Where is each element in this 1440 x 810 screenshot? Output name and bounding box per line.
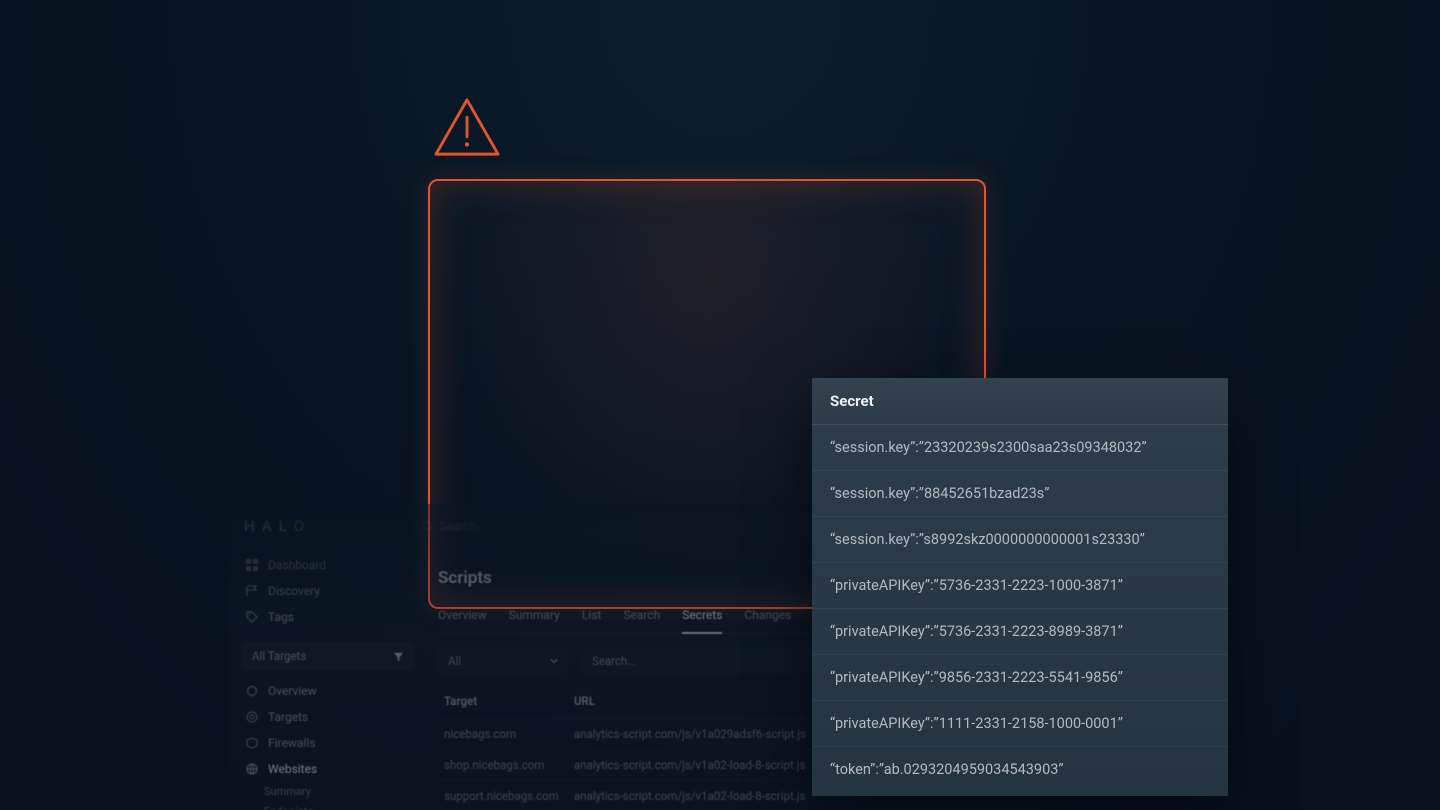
cell-target: nicebags.com	[444, 727, 574, 741]
cell-target: shop.nicebags.com	[444, 758, 574, 772]
brand-logo-text: HAL	[244, 517, 294, 535]
secrets-panel-header: Secret	[812, 378, 1228, 425]
sidebar-item-label: Dashboard	[268, 558, 326, 572]
filter-select[interactable]: All	[438, 648, 568, 674]
sidebar: Dashboard Discovery Tags All Targets Ove…	[228, 548, 428, 810]
brand-logo: HALO	[244, 517, 304, 535]
chevron-down-icon	[550, 657, 558, 665]
sidebar-item-dashboard[interactable]: Dashboard	[242, 552, 414, 578]
warning-icon	[432, 96, 502, 158]
secret-item[interactable]: “session.key”:”s8992skz0000000000001s233…	[812, 517, 1228, 563]
sidebar-sub-websites[interactable]: Websites	[242, 756, 414, 782]
secret-item[interactable]: “session.key”:”88452651bzad23s”	[812, 471, 1228, 517]
tab-search[interactable]: Search	[623, 602, 660, 633]
shield-icon	[246, 737, 258, 749]
filter-search-placeholder: Search...	[592, 654, 636, 668]
all-targets-label: All Targets	[252, 649, 306, 663]
dashboard-icon	[246, 559, 258, 571]
sidebar-item-label: Tags	[268, 610, 294, 624]
tag-icon	[246, 611, 258, 623]
secret-item[interactable]: “session.key”:”23320239s2300saa23s093480…	[812, 425, 1228, 471]
th-target: Target	[444, 694, 574, 708]
sidebar-item-label: Overview	[268, 684, 317, 698]
sidebar-item-label: Firewalls	[268, 736, 315, 750]
sidebar-sub-firewalls[interactable]: Firewalls	[242, 730, 414, 756]
sidebar-item-label: Discovery	[268, 584, 320, 598]
target-icon	[246, 711, 258, 723]
sidebar-item-label: Websites	[268, 762, 317, 776]
search-placeholder: Search	[440, 519, 477, 533]
tab-overview[interactable]: Overview	[438, 602, 487, 633]
search-icon	[422, 520, 434, 532]
secret-item[interactable]: “privateAPIKey”:”5736-2331-2223-8989-387…	[812, 609, 1228, 655]
subnav-summary[interactable]: Summary	[264, 782, 414, 802]
websites-subnav: Summary Endpoints	[242, 782, 414, 810]
sidebar-sub-overview[interactable]: Overview	[242, 678, 414, 704]
secret-item[interactable]: “token”:”ab.0293204959034543903”	[812, 747, 1228, 796]
sidebar-item-discovery[interactable]: Discovery	[242, 578, 414, 604]
secret-item[interactable]: “privateAPIKey”:”5736-2331-2223-1000-387…	[812, 563, 1228, 609]
filter-icon	[393, 651, 404, 662]
sidebar-sub-targets[interactable]: Targets	[242, 704, 414, 730]
sidebar-item-tags[interactable]: Tags	[242, 604, 414, 630]
flag-icon	[246, 585, 258, 597]
secrets-panel: Secret “session.key”:”23320239s2300saa23…	[812, 378, 1228, 796]
secret-item[interactable]: “privateAPIKey”:”9856-2331-2223-5541-985…	[812, 655, 1228, 701]
tab-secrets[interactable]: Secrets	[682, 602, 722, 634]
circle-icon	[246, 685, 258, 697]
tab-summary[interactable]: Summary	[509, 602, 560, 633]
secret-item[interactable]: “privateAPIKey”:”1111-2331-2158-1000-000…	[812, 701, 1228, 747]
globe-icon	[246, 763, 258, 775]
sidebar-item-label: Targets	[268, 710, 308, 724]
all-targets-selector[interactable]: All Targets	[242, 642, 414, 670]
select-value: All	[448, 654, 461, 668]
brand-logo-o: O	[294, 517, 304, 535]
cell-target: support.nicebags.com	[444, 789, 574, 803]
filter-search-input[interactable]: Search...	[582, 648, 842, 674]
subnav-endpoints[interactable]: Endpoints	[264, 802, 414, 810]
tab-list[interactable]: List	[582, 602, 602, 633]
tab-changes[interactable]: Changes	[744, 602, 791, 633]
